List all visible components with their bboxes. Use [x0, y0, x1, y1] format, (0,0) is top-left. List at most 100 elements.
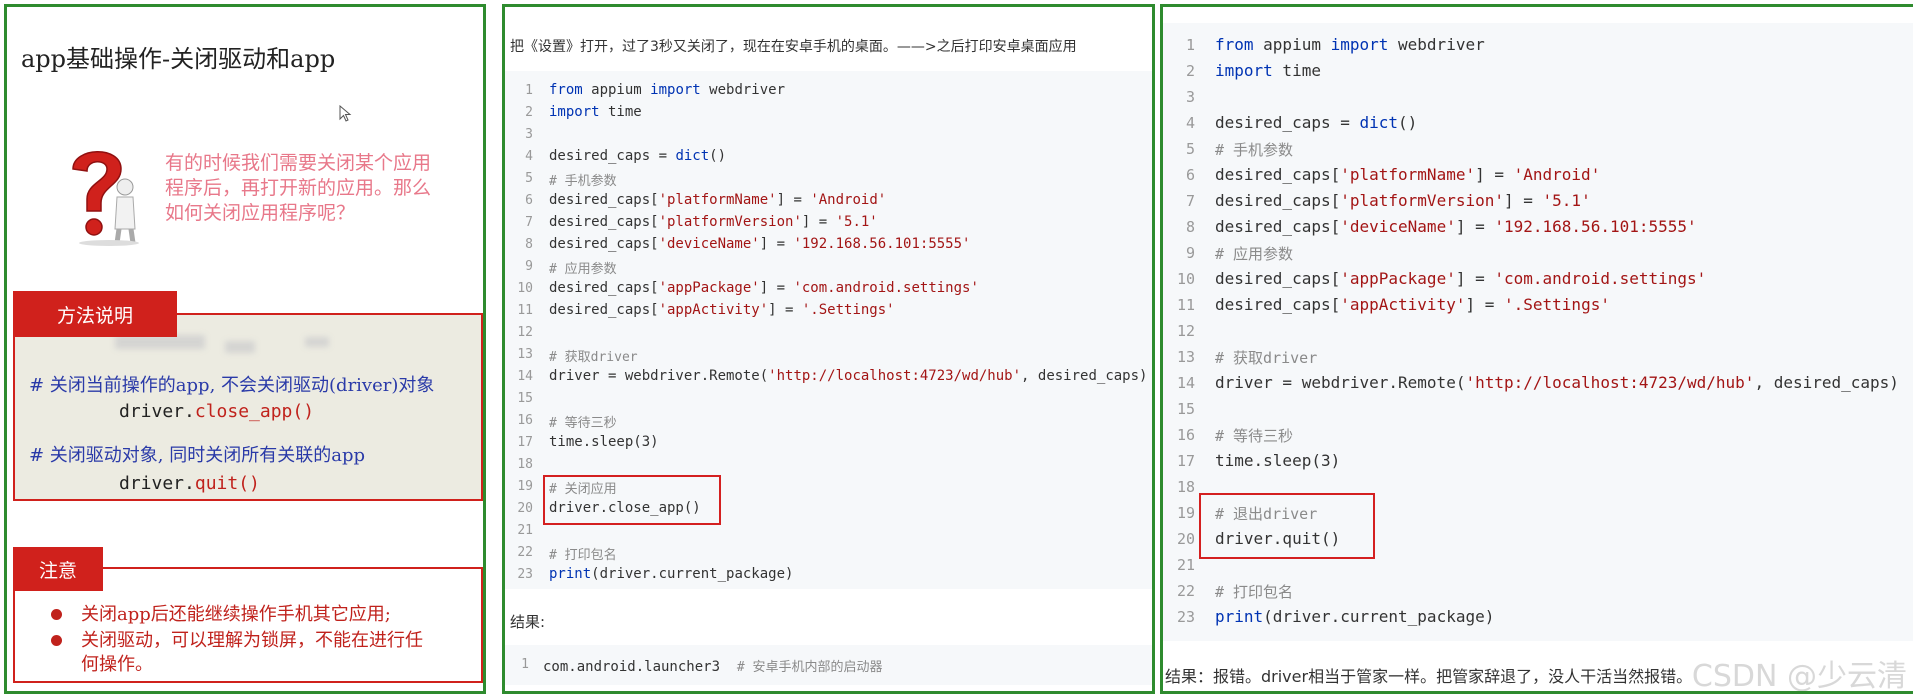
- line-number: 5: [525, 171, 533, 186]
- line-number: 7: [525, 215, 533, 230]
- line-number: 20: [517, 501, 533, 516]
- blurred-region: [305, 337, 329, 347]
- line-number: 13: [517, 347, 533, 362]
- note-item: 关闭app后还能继续操作手机其它应用;: [51, 603, 391, 627]
- code-line-17: time.sleep(3): [549, 434, 659, 450]
- line-number: 12: [1176, 322, 1195, 340]
- question-text: 有的时候我们需要关闭某个应用程序后，再打开新的应用。那么如何关闭应用程序呢？: [165, 152, 432, 224]
- line-number: 3: [1185, 88, 1195, 106]
- result-label: 结果:: [510, 613, 546, 631]
- code-line-8: desired_caps['deviceName'] = '192.168.56…: [549, 236, 971, 252]
- code-function: quit(): [194, 473, 260, 494]
- line-number: 14: [1176, 374, 1195, 392]
- code-line-6: desired_caps['platformName'] = 'Android': [549, 192, 887, 208]
- highlight-box: [1199, 493, 1375, 559]
- method-tab: 方法说明: [13, 291, 177, 337]
- bullet-icon: [51, 609, 62, 620]
- code-function: close_app(): [194, 401, 315, 422]
- code-line-16: # 等待三秒: [1215, 427, 1294, 445]
- code-line-13: # 获取driver: [549, 350, 638, 365]
- code-line-10: desired_caps['appPackage'] = 'com.androi…: [549, 280, 979, 296]
- line-number: 14: [517, 369, 533, 384]
- code-line-17: time.sleep(3): [1215, 451, 1341, 470]
- line-number: 21: [1176, 556, 1195, 574]
- line-number: 9: [1185, 244, 1195, 262]
- blurred-region: [115, 335, 205, 349]
- line-number: 2: [525, 105, 533, 120]
- code-line-14: driver = webdriver.Remote('http://localh…: [549, 368, 1148, 384]
- code-line-11: desired_caps['appActivity'] = '.Settings…: [549, 302, 895, 318]
- note-item: 关闭驱动，可以理解为锁屏，不能在进行任何操作。: [51, 629, 431, 677]
- note-text: 关闭驱动，可以理解为锁屏，不能在进行任何操作。: [81, 630, 423, 675]
- question-figure-icon: [72, 151, 139, 246]
- code-block: 1 2 3 4 5 6 7 8 9 10 11 12 13 14 15 16 17 18 19 20 21 22 23 fr…: [1163, 23, 1913, 641]
- code-line-23: print(driver.current_package): [549, 566, 794, 582]
- code-line-1: from appium import webdriver: [549, 82, 786, 98]
- line-number: 10: [517, 281, 533, 296]
- line-number: 8: [525, 237, 533, 252]
- code-line-1: from appium import webdriver: [1215, 35, 1485, 54]
- line-number: 17: [1176, 452, 1195, 470]
- code-line-4: desired_caps = dict(): [549, 148, 727, 164]
- line-number: 22: [1176, 582, 1195, 600]
- result-code-block: 1 com.android.launcher3 # 安卓手机内部的启动器: [505, 645, 1152, 685]
- line-number: 1: [525, 83, 533, 98]
- line-number: 4: [1185, 114, 1195, 132]
- code-block: 1 2 3 4 5 6 7 8 9 10 11 12 13 14 15 16 17 18 19 20 21 22 23 fr…: [505, 71, 1152, 589]
- line-number: 16: [517, 413, 533, 428]
- slide-panel: app基础操作-关闭驱动和app 有的时候我们需要关闭某个应用程序后，再打开新的…: [4, 4, 486, 694]
- code-line-6: desired_caps['platformName'] = 'Android': [1215, 165, 1601, 184]
- line-number: 19: [517, 479, 533, 494]
- code-line-2: import time: [1215, 61, 1321, 80]
- code-line-13: # 获取driver: [1215, 349, 1318, 367]
- result-code: com.android.launcher3 # 安卓手机内部的启动器: [543, 659, 883, 675]
- line-number: 2: [1185, 62, 1195, 80]
- code-line-14: driver = webdriver.Remote('http://localh…: [1215, 373, 1899, 392]
- line-number: 4: [525, 149, 533, 164]
- result-text: 结果：报错。driver相当于管家一样。把管家辞退了，没人干活当然报错。: [1165, 667, 1693, 686]
- line-number: 13: [1176, 348, 1195, 366]
- code-line-8: desired_caps['deviceName'] = '192.168.56…: [1215, 217, 1697, 236]
- line-number: 6: [525, 193, 533, 208]
- line-number: 23: [517, 567, 533, 582]
- method-code-1: driver.close_app(): [119, 401, 314, 422]
- watermark: CSDN @少云清: [1691, 659, 1907, 694]
- line-number: 18: [517, 457, 533, 472]
- line-number: 11: [517, 303, 533, 318]
- code-object: driver.: [119, 473, 195, 494]
- code-line-22: # 打印包名: [1215, 583, 1294, 601]
- line-number: 20: [1176, 530, 1195, 548]
- code-line-11: desired_caps['appActivity'] = '.Settings…: [1215, 295, 1610, 314]
- code-panel-quit: 1 2 3 4 5 6 7 8 9 10 11 12 13 14 15 16 17 18 19 20 21 22 23 fr…: [1160, 4, 1913, 694]
- code-line-7: desired_caps['platformVersion'] = '5.1': [549, 214, 878, 230]
- line-number: 9: [525, 259, 533, 274]
- line-number: 22: [517, 545, 533, 560]
- line-number: 21: [517, 523, 533, 538]
- line-number: 7: [1185, 192, 1195, 210]
- line-number: 17: [517, 435, 533, 450]
- code-line-7: desired_caps['platformVersion'] = '5.1': [1215, 191, 1591, 210]
- line-number: 8: [1185, 218, 1195, 236]
- code-panel-close-app: 把《设置》打开，过了3秒又关闭了，现在在安卓手机的桌面。——>之后打印安卓桌面应…: [502, 4, 1155, 694]
- line-number: 3: [525, 127, 533, 142]
- line-number: 15: [517, 391, 533, 406]
- line-number: 16: [1176, 426, 1195, 444]
- code-object: driver.: [119, 401, 195, 422]
- code-line-10: desired_caps['appPackage'] = 'com.androi…: [1215, 269, 1707, 288]
- line-number: 18: [1176, 478, 1195, 496]
- highlight-box: [543, 475, 721, 525]
- line-number: 11: [1176, 296, 1195, 314]
- code-line-16: # 等待三秒: [549, 416, 617, 431]
- line-number: 23: [1176, 608, 1195, 626]
- line-number: 5: [1185, 140, 1195, 158]
- line-number: 10: [1176, 270, 1195, 288]
- method-comment-1: # 关闭当前操作的app, 不会关闭驱动(driver)对象: [29, 375, 435, 396]
- bullet-icon: [51, 635, 62, 646]
- line-number: 15: [1176, 400, 1195, 418]
- slide-title: app基础操作-关闭驱动和app: [21, 45, 336, 73]
- method-box: # 关闭当前操作的app, 不会关闭驱动(driver)对象 driver.cl…: [13, 313, 483, 501]
- line-number: 6: [1185, 166, 1195, 184]
- blurred-region: [225, 341, 255, 353]
- result-line-number: 1: [521, 657, 529, 672]
- code-line-23: print(driver.current_package): [1215, 607, 1495, 626]
